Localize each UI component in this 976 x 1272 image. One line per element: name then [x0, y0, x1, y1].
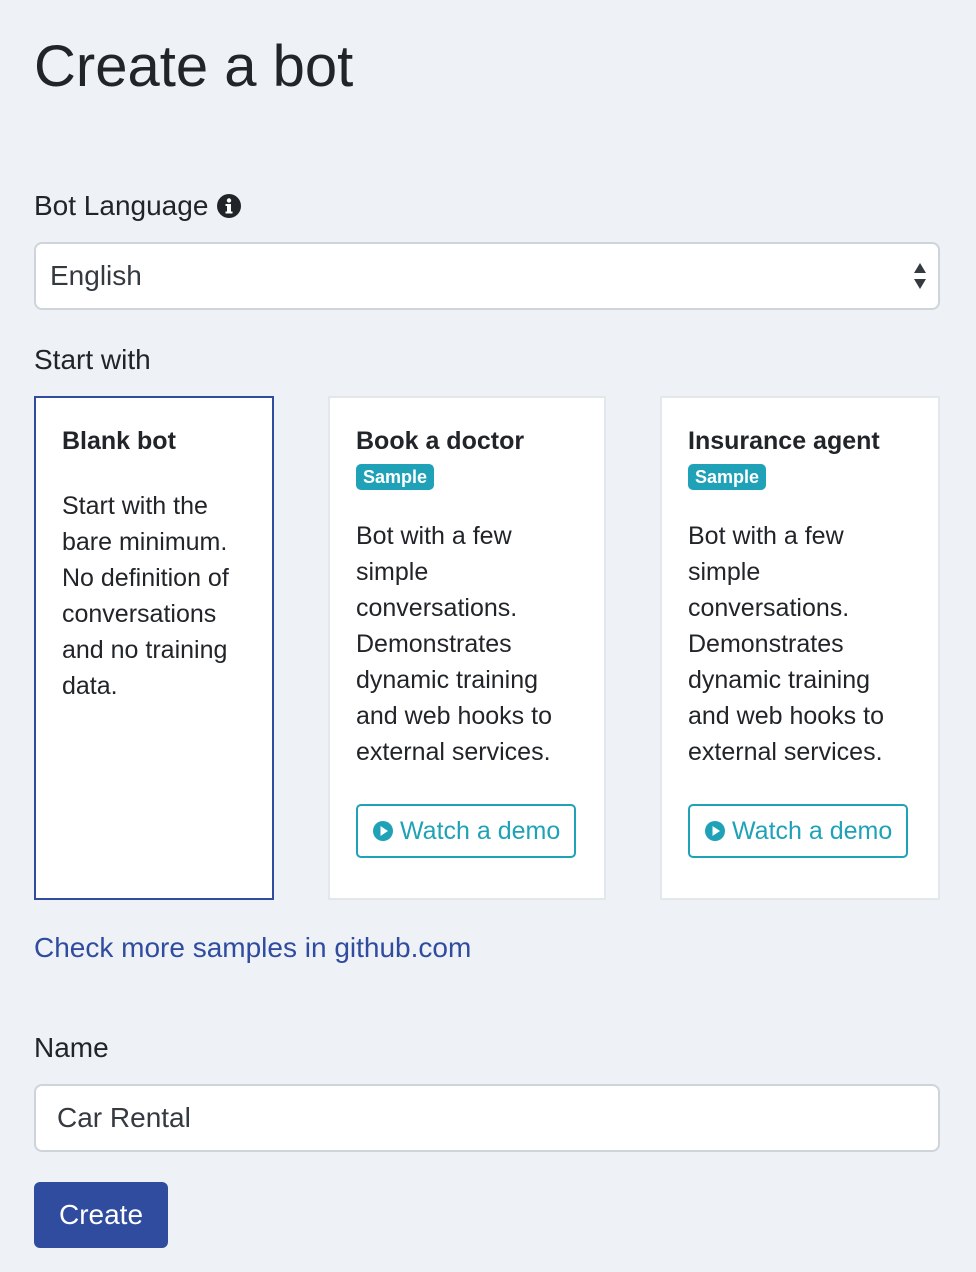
card-title: Book a doctor: [356, 427, 525, 455]
watch-demo-button[interactable]: Watch a demo: [356, 804, 577, 858]
template-card-blank-bot[interactable]: Blank bot Start with the bare minimum. N…: [34, 396, 274, 900]
watch-demo-label: Watch a demo: [732, 816, 893, 845]
template-card-book-a-doctor[interactable]: Book a doctor Sample Bot with a few simp…: [328, 396, 606, 900]
bot-language-selected-value: English: [50, 260, 142, 291]
start-with-label: Start with: [34, 342, 151, 378]
name-label: Name: [34, 1030, 109, 1066]
card-title: Insurance agent: [688, 427, 880, 455]
select-arrows-icon: [912, 260, 928, 292]
bot-language-select[interactable]: English: [34, 242, 940, 310]
card-description: Start with the bare minimum. No definiti…: [62, 492, 229, 700]
watch-demo-button[interactable]: Watch a demo: [688, 804, 909, 858]
info-circle-icon[interactable]: [216, 193, 242, 219]
play-circle-icon: [704, 820, 726, 842]
sample-badge: Sample: [688, 464, 767, 490]
create-button[interactable]: Create: [34, 1182, 168, 1248]
start-with-label-text: Start with: [34, 344, 151, 375]
sample-badge: Sample: [356, 464, 435, 490]
name-label-text: Name: [34, 1032, 109, 1063]
bot-language-label-text: Bot Language: [34, 190, 209, 221]
create-bot-page: Create a bot Bot Language English Start …: [0, 0, 976, 1272]
watch-demo-label: Watch a demo: [400, 816, 561, 845]
bot-name-input[interactable]: [34, 1084, 940, 1152]
github-samples-link[interactable]: Check more samples in github.com: [34, 930, 471, 966]
card-description: Bot with a few simple conversations. Dem…: [356, 522, 552, 766]
bot-language-label: Bot Language: [34, 188, 242, 224]
card-title: Blank bot: [62, 427, 176, 455]
play-circle-icon: [372, 820, 394, 842]
card-description: Bot with a few simple conversations. Dem…: [688, 522, 884, 766]
page-title: Create a bot: [34, 34, 354, 99]
template-card-insurance-agent[interactable]: Insurance agent Sample Bot with a few si…: [660, 396, 940, 900]
